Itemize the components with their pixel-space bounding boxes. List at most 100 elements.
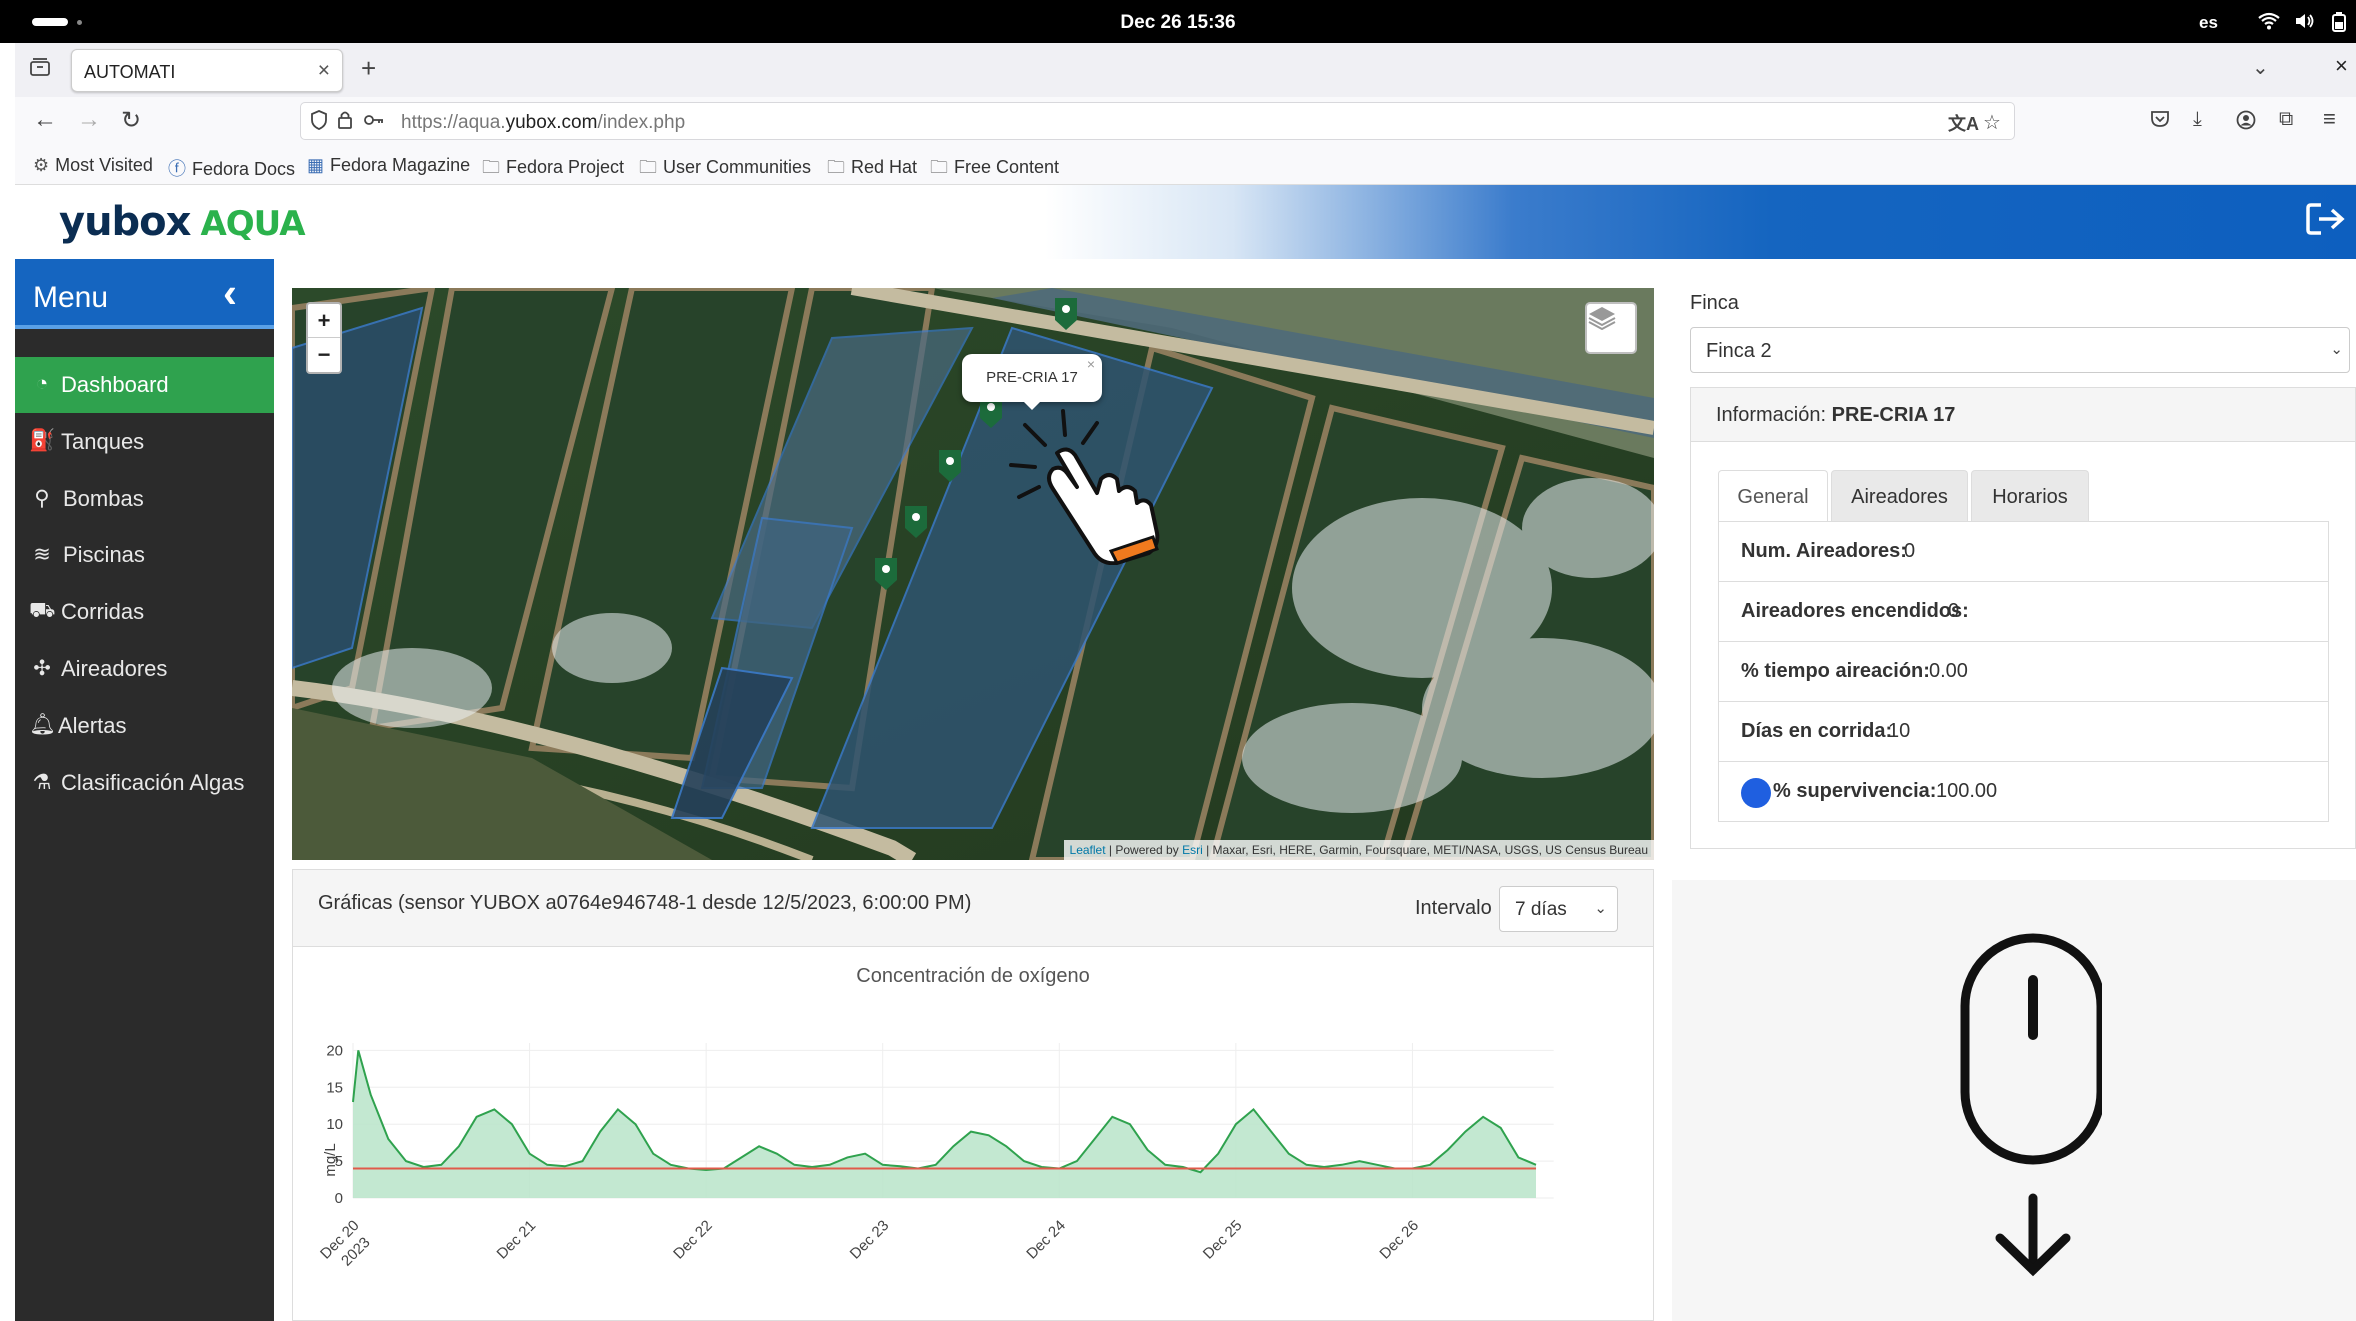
x-tick-label: Dec 21 [494, 1217, 540, 1263]
extensions-icon[interactable]: ⧉ [2279, 108, 2293, 131]
new-tab-icon[interactable]: + [361, 53, 376, 84]
volume-icon[interactable] [2294, 12, 2316, 36]
info-header: Información: PRE-CRIA 17 [1691, 388, 2355, 442]
forward-arrow-icon[interactable]: → [77, 106, 101, 134]
pocket-icon[interactable] [2150, 110, 2170, 133]
charts-title: Gráficas (sensor YUBOX a0764e946748-1 de… [318, 892, 972, 914]
sidebar-item-aireadores[interactable]: ✣ Aireadores [15, 641, 274, 697]
algae-icon: ⚗ [32, 771, 52, 794]
y-tick-label: 5 [335, 1153, 343, 1170]
interval-select[interactable]: 7 días ⌄ [1499, 886, 1618, 932]
menu-title: Menu [33, 281, 109, 314]
x-tick-label: Dec 26 [1376, 1217, 1422, 1263]
bookmark-free-content[interactable]: 🗀 Free Content [930, 155, 1059, 185]
y-tick-label: 20 [326, 1042, 343, 1059]
dashboard-icon: ◔ [35, 372, 49, 395]
bookmark-fedora-docs[interactable]: ⓕ Fedora Docs [168, 155, 295, 181]
info-row: Num. Aireadores: 0 [1719, 521, 2328, 581]
sidebar-item-tanques[interactable]: ⛽ Tanques [15, 414, 274, 470]
yubox-aqua-logo[interactable]: yubox AQUA [59, 199, 306, 245]
pool-name: PRE-CRIA 17 [1831, 404, 1956, 426]
zoom-in-button[interactable]: + [308, 304, 340, 338]
x-tick-label: Dec 23 [847, 1217, 893, 1263]
info-row: % supervivencia: 100.00 [1719, 761, 2328, 821]
fan-icon: ✣ [33, 657, 51, 680]
oxygen-chart[interactable]: Concentración de oxígeno mg/L 05101520 D… [293, 948, 1653, 1320]
esri-link[interactable]: Esri [1182, 843, 1203, 857]
leaflet-link[interactable]: Leaflet [1070, 843, 1106, 857]
activities-indicator[interactable] [32, 18, 68, 26]
bell-icon: 🔔︎ [29, 713, 56, 736]
sidebar-item-alertas[interactable]: 🔔︎ Alertas [15, 698, 274, 754]
info-row: Días en corrida: 10 [1719, 701, 2328, 761]
input-language[interactable]: es [2199, 13, 2218, 33]
survival-status-dot [1741, 778, 1771, 808]
pools-icon: ≋ [33, 543, 51, 566]
wifi-icon[interactable] [2258, 12, 2280, 36]
browser-nav-bar: ← → ↻ https://aqua.yubox.com/index.php 文… [15, 97, 2356, 147]
battery-icon[interactable] [2331, 12, 2347, 38]
folder-icon: 🗀 [930, 157, 948, 177]
satellite-map[interactable]: + − PRE-CRIA 17 × Leaflet | Powered by E… [292, 288, 1654, 860]
bookmark-fedora-project[interactable]: 🗀 Fedora Project [482, 155, 624, 185]
popup-close-icon[interactable]: × [1087, 356, 1095, 372]
tab-general[interactable]: General [1718, 470, 1828, 522]
charts-header: Gráficas (sensor YUBOX a0764e946748-1 de… [293, 870, 1653, 947]
os-top-bar: Dec 26 15:36 es [0, 0, 2356, 43]
sidebar-item-corridas[interactable]: ⛟ Corridas [15, 584, 274, 640]
runs-icon: ⛟ [29, 599, 56, 622]
os-clock[interactable]: Dec 26 15:36 [0, 12, 2356, 34]
oxygen-line [352, 1050, 1537, 1174]
permissions-key-icon[interactable] [363, 110, 385, 135]
lock-icon[interactable] [337, 110, 353, 135]
chevron-down-icon: ⌄ [1594, 900, 1607, 917]
reload-icon[interactable]: ↻ [121, 106, 141, 135]
finca-label: Finca [1690, 292, 1739, 314]
window-close-icon[interactable]: × [2335, 53, 2348, 79]
sidebar-item-dashboard[interactable]: ◔ Dashboard [15, 357, 274, 413]
tracking-shield-icon[interactable] [311, 110, 327, 135]
bookmark-fedora-magazine[interactable]: ▦ Fedora Magazine [307, 155, 470, 176]
folder-icon: 🗀 [827, 157, 845, 177]
account-icon[interactable] [2236, 109, 2256, 137]
collapse-menu-chevron-icon[interactable]: ‹ [223, 269, 237, 317]
layers-control-icon[interactable] [1585, 302, 1637, 354]
tab-horarios[interactable]: Horarios [1971, 470, 2089, 522]
bookmark-star-icon[interactable]: ☆ [1983, 110, 2001, 135]
sidebar-item-piscinas[interactable]: ≋ Piscinas [15, 527, 274, 583]
tab-close-icon[interactable]: × [318, 59, 330, 83]
click-hand-cursor-icon [1009, 409, 1160, 565]
tab-aireadores[interactable]: Aireadores [1831, 470, 1968, 522]
tank-icon: ⛽ [29, 429, 56, 452]
magazine-icon: ▦ [307, 155, 325, 175]
map-zoom-control: + − [306, 302, 342, 374]
pump-icon: ⚲ [34, 487, 50, 510]
y-tick-label: 10 [326, 1116, 343, 1133]
menu-header: Menu ‹ [15, 259, 274, 329]
scroll-down-mouse-icon [1960, 933, 2102, 1277]
bookmark-red-hat[interactable]: 🗀 Red Hat [827, 155, 917, 185]
x-tick-label: Dec 22 [670, 1217, 716, 1263]
logout-icon[interactable] [2305, 201, 2347, 246]
chevron-down-icon: ⌄ [2330, 341, 2343, 358]
sidebar-item-clasificacion-algas[interactable]: ⚗ Clasificación Algas [15, 755, 274, 811]
list-all-tabs-chevron-icon[interactable]: ⌄ [2252, 55, 2269, 80]
bookmark-most-visited[interactable]: ⚙ Most Visited [33, 155, 153, 176]
map-popup: PRE-CRIA 17 × [962, 354, 1102, 410]
downloads-icon[interactable]: ⤓ [2193, 108, 2202, 131]
finca-select[interactable]: Finca 2 ⌄ [1690, 327, 2350, 373]
bookmark-user-communities[interactable]: 🗀 User Communities [639, 155, 811, 185]
zoom-out-button[interactable]: − [308, 338, 340, 372]
url-text[interactable]: https://aqua.yubox.com/index.php [401, 112, 685, 134]
back-arrow-icon[interactable]: ← [33, 106, 57, 134]
tab-overview-icon[interactable] [29, 57, 51, 83]
info-row: Aireadores encendidos: 0 [1719, 581, 2328, 641]
sidebar-item-bombas[interactable]: ⚲ Bombas [15, 471, 274, 527]
translate-icon[interactable]: 文A [1948, 110, 1979, 136]
popup-label: PRE-CRIA 17 [986, 369, 1078, 386]
url-bar[interactable]: https://aqua.yubox.com/index.php 文A ☆ [300, 102, 2015, 140]
app-menu-icon[interactable]: ≡ [2323, 106, 2336, 132]
browser-tab-active[interactable]: AUTOMATI × [71, 49, 343, 92]
chart-title: Concentración de oxígeno [856, 965, 1090, 987]
info-table: Num. Aireadores: 0 Aireadores encendidos… [1718, 521, 2329, 822]
